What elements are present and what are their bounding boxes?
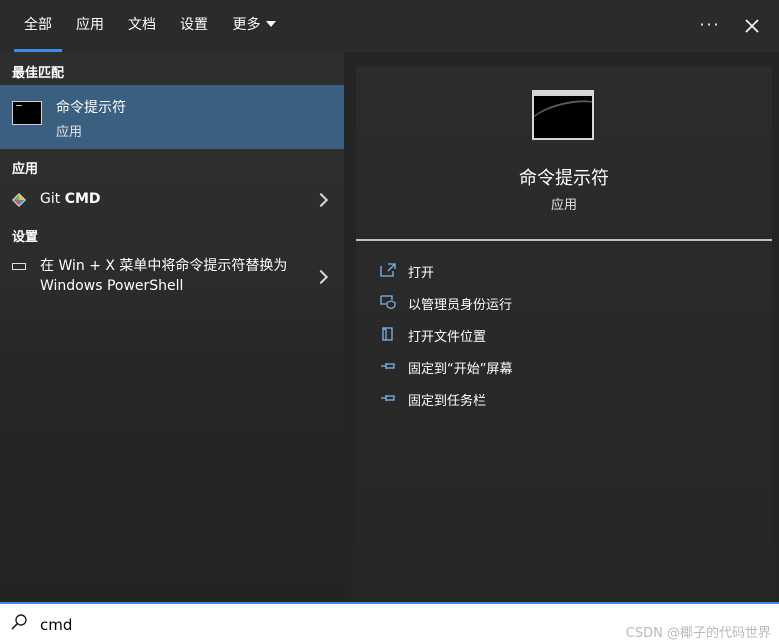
close-button[interactable] <box>732 0 772 52</box>
results-list: 最佳匹配 命令提示符 应用 应用 Git CMD 设置 在 Win + X 菜单… <box>0 52 344 600</box>
tab-documents[interactable]: 文档 <box>122 0 162 52</box>
setting-item-text: 在 Win + X 菜单中将命令提示符替换为 Windows PowerShel… <box>40 258 288 294</box>
tab-all[interactable]: 全部 <box>14 0 62 52</box>
action-open-label: 打开 <box>408 266 435 281</box>
pin-icon <box>381 363 395 369</box>
start-search-window: 全部 应用 文档 设置 更多 ··· 最佳匹配 命令提示符 应用 应用 Git … <box>0 0 779 644</box>
open-icon <box>380 263 396 277</box>
tab-apps-label: 应用 <box>76 17 104 33</box>
search-bar: CSDN @椰子的代码世界 <box>0 602 779 644</box>
setting-item-replace-powershell[interactable]: 在 Win + X 菜单中将命令提示符替换为 Windows PowerShel… <box>0 250 344 304</box>
search-icon <box>11 614 27 630</box>
action-run-as-admin-label: 以管理员身份运行 <box>408 298 513 313</box>
more-options-button[interactable]: ··· <box>690 0 730 52</box>
tab-documents-label: 文档 <box>128 17 156 33</box>
action-open-file-location[interactable]: 打开文件位置 <box>378 323 738 347</box>
tab-apps[interactable]: 应用 <box>70 0 110 52</box>
cmd-icon <box>12 101 42 125</box>
action-pin-to-taskbar[interactable]: 固定到任务栏 <box>378 387 738 411</box>
caret-down-icon <box>265 21 276 27</box>
chevron-right-icon <box>313 269 329 285</box>
search-input[interactable] <box>38 610 602 640</box>
apps-heading: 应用 <box>12 162 39 177</box>
action-run-as-admin[interactable]: 以管理员身份运行 <box>378 291 738 315</box>
best-match-subtitle: 应用 <box>56 125 83 140</box>
action-pin-to-start[interactable]: 固定到“开始”屏幕 <box>378 355 738 379</box>
filter-tab-bar: 全部 应用 文档 设置 更多 ··· <box>0 0 779 52</box>
settings-heading: 设置 <box>12 230 39 245</box>
action-pin-to-taskbar-label: 固定到任务栏 <box>408 394 487 409</box>
chevron-right-icon <box>313 192 329 208</box>
preview-title: 命令提示符 <box>519 168 609 189</box>
git-cmd-label: Git CMD <box>40 191 101 207</box>
git-cmd-label-plain: Git <box>40 191 65 207</box>
preview-subtitle: 应用 <box>550 198 577 213</box>
tab-settings[interactable]: 设置 <box>174 0 214 52</box>
action-open-file-location-label: 打开文件位置 <box>408 330 487 345</box>
ellipsis-icon: ··· <box>699 15 721 34</box>
action-pin-to-start-label: 固定到“开始”屏幕 <box>408 362 513 377</box>
pin-icon <box>381 395 395 401</box>
best-match-title: 命令提示符 <box>56 100 126 116</box>
preview-header: 命令提示符 应用 <box>356 66 772 241</box>
action-open[interactable]: 打开 <box>378 259 738 283</box>
watermark-text: CSDN @椰子的代码世界 <box>625 626 771 641</box>
best-match-heading: 最佳匹配 <box>12 66 65 81</box>
git-cmd-label-bold: CMD <box>64 191 101 207</box>
app-item-git-cmd[interactable]: Git CMD <box>0 180 344 218</box>
preview-pane: 命令提示符 应用 打开 以管理员身份运行 打开文件位置 固定到“开始”屏幕 固定… <box>356 66 772 600</box>
best-match-item[interactable]: 命令提示符 应用 <box>0 85 344 149</box>
git-icon <box>12 193 26 207</box>
shield-icon <box>380 295 396 309</box>
tab-more-label: 更多 <box>232 17 261 33</box>
tab-settings-label: 设置 <box>180 17 208 33</box>
tab-all-label: 全部 <box>24 17 52 33</box>
settings-panel-icon <box>12 263 26 270</box>
folder-icon <box>382 327 393 341</box>
cmd-icon <box>532 90 594 140</box>
close-icon <box>745 19 759 33</box>
tab-more[interactable]: 更多 <box>226 0 282 52</box>
